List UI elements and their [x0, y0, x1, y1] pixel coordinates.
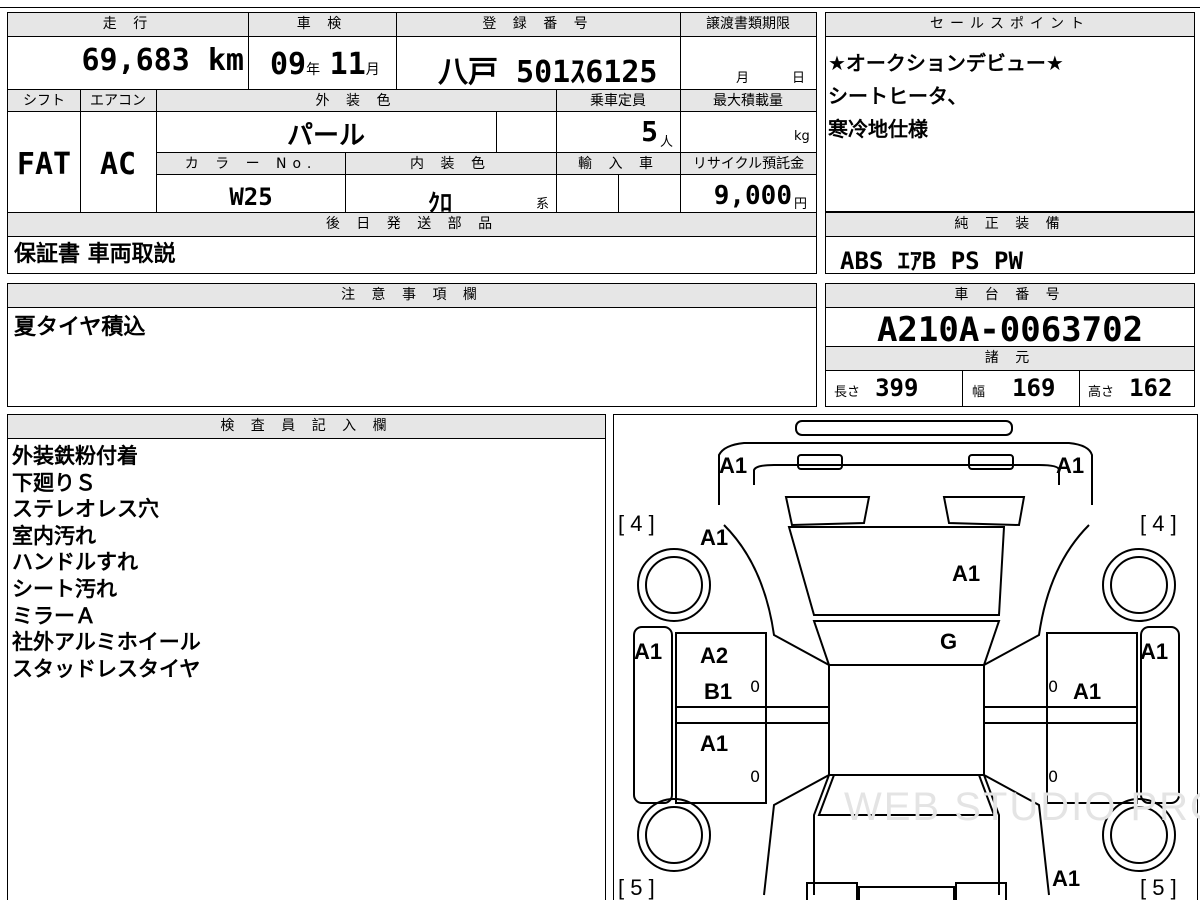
colorno-label: カ ラ ー No. [157, 153, 345, 175]
car-diagram: WEB STUDIO PRO A1 A1 A1 A1 A1 G A1 A2 B1… [613, 414, 1200, 900]
tire-tread-rear-right: [ 5 ] [1140, 875, 1177, 900]
tire-tread-rear-left: [ 5 ] [618, 875, 655, 900]
zero-mark: 0 [1048, 677, 1059, 696]
shift-value: FAT [16, 147, 72, 182]
transfer-month: 月 [736, 71, 750, 86]
inspector-line: 外装鉄粉付着 [12, 444, 138, 468]
maxload-unit: kg [794, 129, 810, 144]
inspector-lines: 外装鉄粉付着 下廻りＳ ステレオレス穴 室内汚れ ハンドルすれ シート汚れ ミラ… [12, 443, 201, 682]
transfer-day: 日 [792, 71, 806, 86]
damage-mark: A1 [1056, 453, 1085, 478]
ac-label: エアコン [80, 90, 156, 112]
chassis-block: 車 台 番 号 A210A-0063702 諸 元 長さ 399 幅 169 高… [825, 283, 1195, 407]
inspection-date: 09年 11月 [270, 47, 380, 82]
length-spec: 長さ 399 [834, 374, 919, 402]
interior-label: 内 装 色 [345, 153, 556, 175]
damage-mark: G [940, 629, 958, 654]
damage-mark: B1 [704, 679, 733, 704]
recycle-label: リサイクル預託金 [681, 153, 816, 175]
inspection-label: 車 検 [248, 13, 396, 37]
capacity-value: 5 [641, 115, 658, 148]
sales-line: シートヒータ、 [828, 84, 968, 108]
inspector-line: 下廻りＳ [12, 470, 96, 495]
transfer-label: 譲渡書類期限 [680, 13, 816, 37]
watermark: WEB STUDIO PRO [844, 785, 1200, 829]
notes-block: 注 意 事 項 欄 夏タイヤ積込 [7, 283, 817, 407]
zero-mark: 0 [750, 767, 761, 786]
capacity-unit: 人 [660, 135, 674, 150]
inspector-line: ハンドルすれ [12, 550, 138, 575]
damage-mark: A1 [1073, 679, 1102, 704]
color-label: 外 装 色 [156, 90, 556, 112]
sales-lines: ★オークションデビュー★ シートヒータ、 寒冷地仕様 [828, 47, 1064, 146]
ac-value: AC [99, 147, 137, 182]
damage-mark: A1 [634, 639, 663, 664]
damage-mark: A1 [719, 453, 748, 478]
equipment-block: 純 正 装 備 ABS ｴｱB PS PW [825, 212, 1195, 275]
height-spec: 高さ 162 [1088, 374, 1173, 402]
color-value: パール [286, 121, 365, 151]
capacity-label: 乗車定員 [556, 90, 680, 112]
import-label: 輸 入 車 [557, 153, 680, 175]
inspector-line: シート汚れ [12, 576, 117, 601]
tire-tread-front-left: [ 4 ] [618, 511, 655, 536]
zero-mark: 0 [1048, 767, 1059, 786]
damage-mark: A2 [700, 643, 729, 668]
colorno-value: W25 [229, 183, 273, 211]
interior-suffix: 系 [536, 197, 550, 212]
top-cut-row [0, 0, 1200, 8]
recycle-unit: 円 [794, 197, 808, 212]
chassis-label: 車 台 番 号 [826, 284, 1194, 308]
width-spec: 幅 169 [972, 374, 1056, 402]
damage-mark: A1 [700, 525, 729, 550]
shift-label: シフト [8, 90, 80, 112]
inspector-line: ミラーＡ [12, 603, 96, 628]
later-parts-label: 後 日 発 送 部 品 [8, 213, 816, 237]
inspector-line: ステレオレス穴 [12, 497, 159, 522]
sales-label: セールスポイント [826, 13, 1194, 37]
vehicle-info-block: 走 行 車 検 登 録 番 号 譲渡書類期限 69,683 km 09年 11月… [7, 12, 817, 274]
specs-label: 諸 元 [826, 347, 1194, 371]
damage-mark: A1 [700, 731, 729, 756]
tire-tread-front-right: [ 4 ] [1140, 511, 1177, 536]
inspector-line: 社外アルミホイール [12, 630, 201, 655]
mileage-label: 走 行 [8, 13, 248, 37]
inspector-block: 検 査 員 記 入 欄 外装鉄粉付着 下廻りＳ ステレオレス穴 室内汚れ ハンド… [7, 414, 606, 900]
registration-label: 登 録 番 号 [396, 13, 680, 37]
equip-value: ABS ｴｱB PS PW [840, 247, 1023, 275]
maxload-label: 最大積載量 [680, 90, 816, 112]
sales-point-block: セールスポイント ★オークションデビュー★ シートヒータ、 寒冷地仕様 [825, 12, 1195, 212]
registration-number: 八戸 501ｽ6125 [438, 55, 658, 90]
sales-line: 寒冷地仕様 [828, 117, 928, 141]
chassis-value: A210A-0063702 [876, 310, 1144, 350]
later-parts-value: 保証書 車両取説 [14, 242, 176, 267]
inspector-line: スタッドレスタイヤ [12, 656, 201, 681]
zero-mark: 0 [750, 677, 761, 696]
damage-mark: A1 [1052, 866, 1081, 891]
mileage-value: 69,683 km [81, 43, 244, 78]
inspector-label: 検 査 員 記 入 欄 [8, 415, 605, 439]
notes-label: 注 意 事 項 欄 [8, 284, 816, 308]
inspector-line: 室内汚れ [12, 523, 96, 548]
damage-mark: A1 [1140, 639, 1169, 664]
recycle-value: 9,000 [713, 181, 792, 211]
notes-value: 夏タイヤ積込 [14, 315, 146, 340]
damage-mark: A1 [952, 561, 981, 586]
equip-label: 純 正 装 備 [826, 213, 1194, 237]
sales-line: ★オークションデビュー★ [828, 51, 1064, 75]
